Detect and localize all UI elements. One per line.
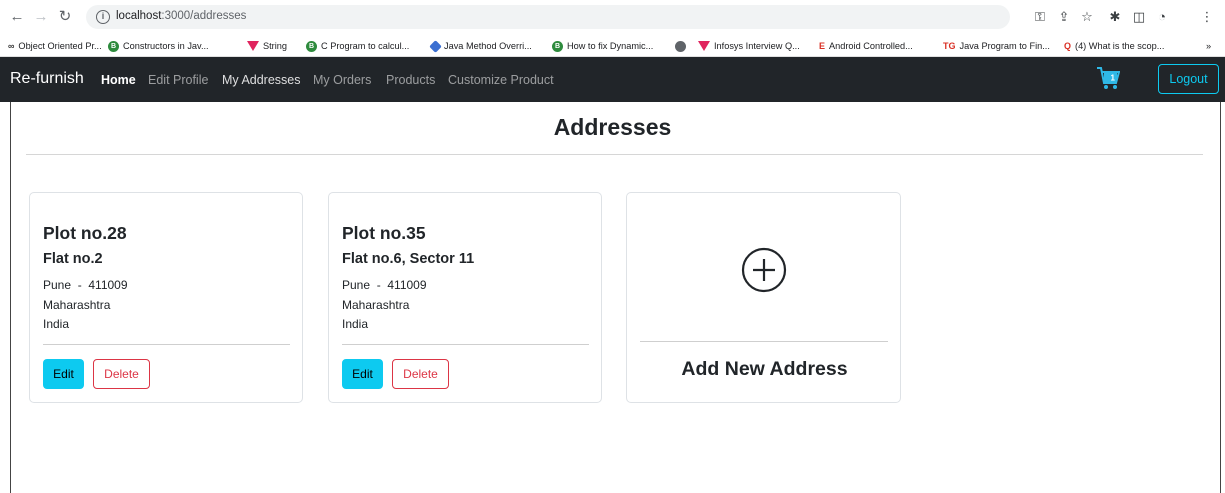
red-triangle-icon	[247, 41, 259, 51]
bookmark-item[interactable]: ∞ Object Oriented Pr...	[8, 39, 102, 53]
menu-kebab-icon[interactable]: ⋮	[1198, 8, 1216, 26]
card-divider	[43, 344, 290, 345]
edit-address-button[interactable]: Edit	[342, 359, 383, 389]
bookmarks-bar: ∞ Object Oriented Pr... B Constructors in …	[0, 35, 1225, 57]
nav-my-orders[interactable]: My Orders	[313, 73, 371, 87]
card-divider	[342, 344, 589, 345]
side-panel-icon[interactable]: ◫	[1130, 8, 1148, 26]
share-icon[interactable]: ⇪	[1055, 8, 1073, 26]
browser-toolbar: ← → ↻ i localhost:3000/addresses ⚿ ⇪ ☆ ✱…	[0, 0, 1225, 35]
address-line2: Flat no.2	[43, 251, 103, 267]
title-divider	[26, 154, 1203, 155]
tg-icon: TG	[943, 40, 956, 51]
bookmark-item[interactable]: String	[247, 39, 287, 53]
address-city-zip: Pune - 411009	[342, 278, 427, 292]
app-navbar: Re-furnish Home Edit Profile My Addresse…	[0, 57, 1225, 102]
green-circle-icon: B	[108, 40, 119, 52]
brand-logo[interactable]: Re-furnish	[10, 70, 84, 88]
add-new-address-label[interactable]: Add New Address	[627, 358, 902, 381]
address-state: Maharashtra	[43, 298, 111, 312]
address-state: Maharashtra	[342, 298, 410, 312]
green-circle-icon: B	[552, 40, 563, 52]
bookmark-item[interactable]: TG Java Program to Fin...	[943, 39, 1050, 53]
add-new-address-card[interactable]: Add New Address	[626, 192, 901, 403]
delete-address-button[interactable]: Delete	[93, 359, 150, 389]
logout-button[interactable]: Logout	[1158, 64, 1219, 94]
blue-diamond-icon	[429, 39, 442, 53]
extensions-icon[interactable]: ✱	[1106, 8, 1124, 26]
e-icon: E	[819, 40, 826, 51]
star-icon[interactable]: ☆	[1078, 8, 1096, 26]
address-country: India	[342, 317, 369, 331]
address-bar[interactable]: i localhost:3000/addresses	[86, 5, 1010, 29]
nav-customize-product[interactable]: Customize Product	[448, 73, 554, 87]
nav-edit-profile[interactable]: Edit Profile	[148, 73, 208, 87]
bookmark-item[interactable]: BC Program to calcul...	[306, 39, 409, 53]
address-city-zip: Pune - 411009	[43, 278, 128, 292]
globe-icon	[675, 40, 686, 52]
green-circle-icon: B	[306, 40, 317, 52]
page-title: Addresses	[553, 114, 672, 140]
back-arrow-icon[interactable]: ←	[8, 8, 26, 26]
bookmark-item[interactable]: B How to fix Dynamic...	[552, 39, 653, 53]
bookmark-item[interactable]: Infosys Interview Q...	[698, 39, 800, 53]
profile-avatar-icon[interactable]: ◔	[1153, 8, 1171, 26]
address-card: Plot no.28 Flat no.2 Pune - 411009 Mahar…	[29, 192, 303, 403]
card-divider	[640, 341, 888, 342]
bookmarks-more[interactable]: »	[1206, 39, 1211, 53]
q-icon: Q	[1064, 40, 1072, 51]
bookmark-item[interactable]	[675, 39, 690, 53]
bookmark-item[interactable]: Q (4) What is the scop...	[1064, 39, 1164, 53]
bookmark-item[interactable]: E Android Controlled...	[819, 39, 913, 53]
plus-circle-icon[interactable]	[741, 247, 787, 293]
oo-icon: ∞	[8, 40, 15, 51]
key-icon[interactable]: ⚿	[1031, 8, 1049, 26]
edit-address-button[interactable]: Edit	[43, 359, 84, 389]
site-info-icon[interactable]: i	[96, 10, 110, 24]
nav-home[interactable]: Home	[101, 73, 136, 87]
address-line1: Plot no.35	[342, 223, 426, 243]
address-country: India	[43, 317, 70, 331]
delete-address-button[interactable]: Delete	[392, 359, 449, 389]
reload-icon[interactable]: ↻	[56, 8, 74, 26]
red-triangle-icon	[698, 41, 710, 51]
bookmark-item[interactable]: Java Method Overri...	[429, 39, 532, 53]
address-line1: Plot no.28	[43, 223, 127, 243]
url-text: localhost:3000/addresses	[116, 10, 247, 22]
address-line2: Flat no.6, Sector 11	[342, 251, 475, 267]
nav-my-addresses[interactable]: My Addresses	[222, 73, 301, 87]
nav-products[interactable]: Products	[386, 73, 435, 87]
cart-count: 1	[1111, 74, 1116, 83]
address-card: Plot no.35 Flat no.6, Sector 11 Pune - 4…	[328, 192, 602, 403]
forward-arrow-icon[interactable]: →	[32, 8, 50, 26]
cart-icon[interactable]: 1	[1096, 65, 1120, 91]
bookmark-item[interactable]: B Constructors in Jav...	[108, 39, 209, 53]
